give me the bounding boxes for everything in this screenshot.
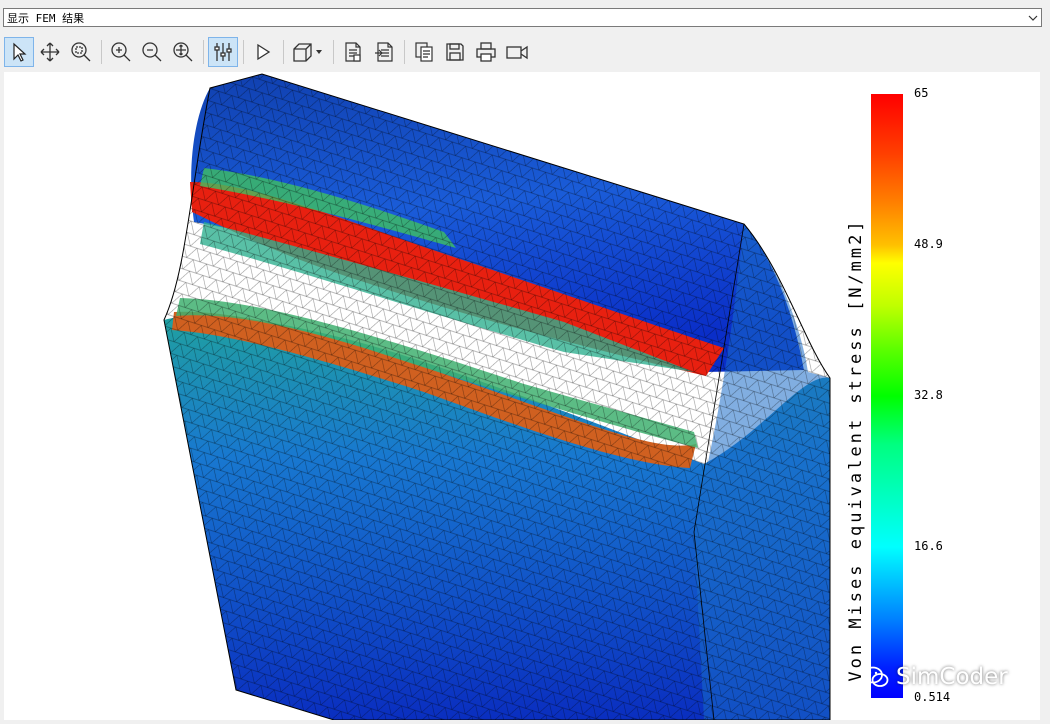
result-type-dropdown[interactable]: 显示 FEM 结果 [3, 8, 1042, 27]
zoom-out-icon[interactable] [137, 37, 167, 67]
toolbar-separator [333, 40, 334, 64]
legend-tick-min: 0.514 [914, 690, 951, 704]
play-icon[interactable] [248, 37, 278, 67]
select-arrow-icon[interactable] [4, 37, 34, 67]
color-scale-bar [871, 94, 903, 698]
wechat-icon [863, 666, 889, 687]
save-icon[interactable] [440, 37, 470, 67]
legend-tick: 48.9 [914, 237, 943, 251]
toolbar-separator [283, 40, 284, 64]
toolbar-separator [101, 40, 102, 64]
report-icon[interactable] [338, 37, 368, 67]
toolbar [4, 36, 533, 68]
toolbar-separator [203, 40, 204, 64]
toolbar-separator [404, 40, 405, 64]
fem-result-viewport[interactable]: 65 48.9 32.8 16.6 0.514 Von Mises equiva… [4, 72, 1040, 720]
copy-icon[interactable] [409, 37, 439, 67]
view-cube-icon[interactable] [288, 37, 328, 67]
chevron-down-icon[interactable] [1025, 9, 1041, 26]
dropdown-value: 显示 FEM 结果 [7, 11, 85, 25]
legend-title: Von Mises equivalent stress [N/mm2] [846, 218, 866, 682]
legend-tick: 32.8 [914, 388, 943, 402]
zoom-window-icon[interactable] [66, 37, 96, 67]
print-icon[interactable] [471, 37, 501, 67]
watermark-text: SimCoder [896, 664, 1008, 690]
settings-sliders-icon[interactable] [208, 37, 238, 67]
zoom-in-icon[interactable] [106, 37, 136, 67]
zoom-fit-icon[interactable] [168, 37, 198, 67]
pan-move-icon[interactable] [35, 37, 65, 67]
toolbar-separator [243, 40, 244, 64]
legend-tick-max: 65 [914, 86, 929, 100]
video-icon[interactable] [502, 37, 532, 67]
watermark: SimCoder [862, 664, 1008, 690]
export-report-icon[interactable] [369, 37, 399, 67]
legend-tick: 16.6 [914, 539, 943, 553]
